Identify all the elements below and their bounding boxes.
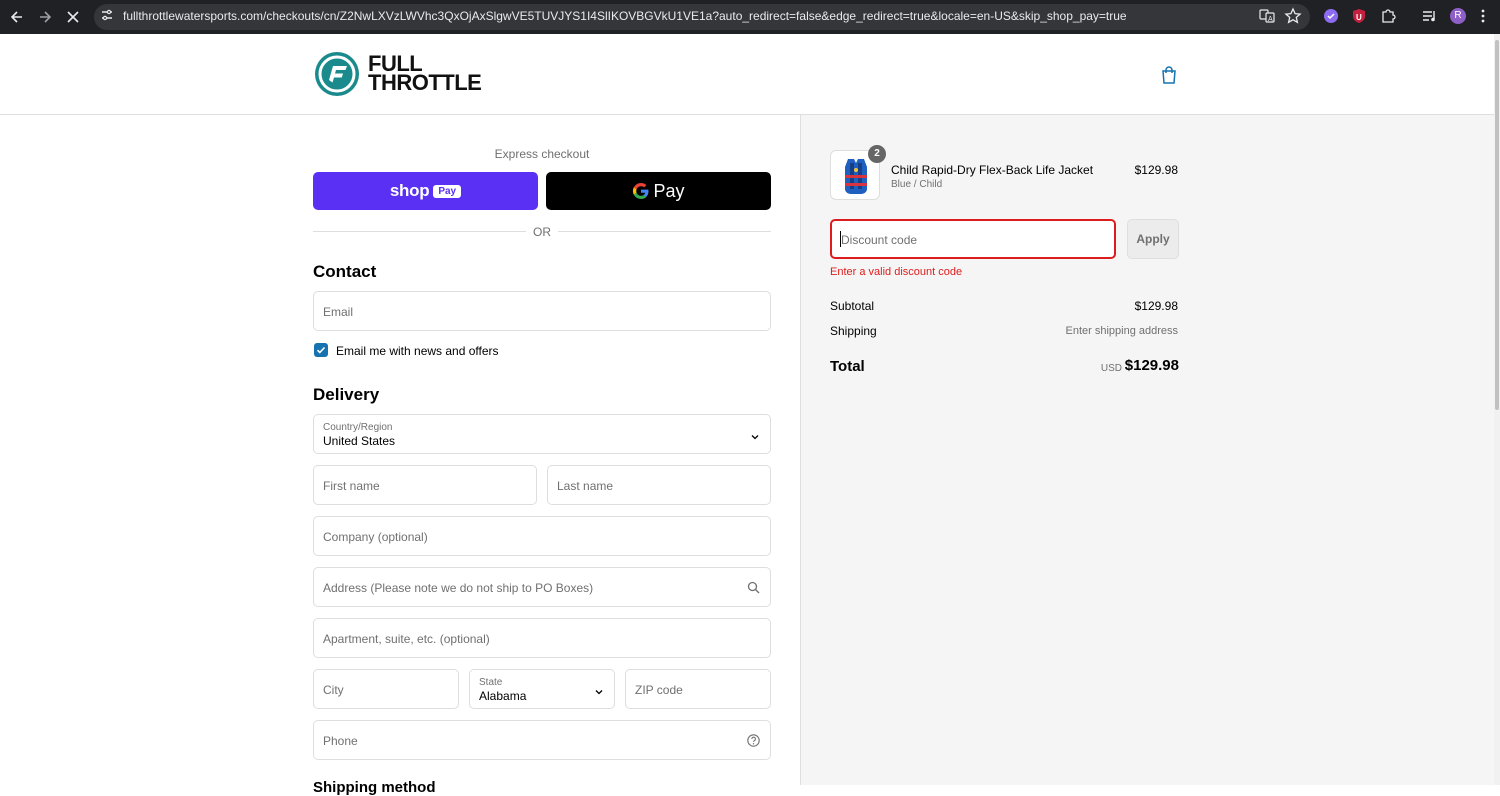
svg-text:U: U <box>1356 13 1362 22</box>
last-name-field[interactable]: Last name <box>547 465 771 505</box>
browser-toolbar: fullthrottlewatersports.com/checkouts/cn… <box>0 0 1500 34</box>
chevron-down-icon <box>594 684 604 695</box>
google-g-icon <box>633 182 649 200</box>
product-price: $129.98 <box>1134 163 1178 177</box>
discount-code-input[interactable]: Discount code <box>830 219 1116 259</box>
logo-mark-icon <box>315 52 359 96</box>
discount-placeholder: Discount code <box>841 233 918 247</box>
total-value: $129.98 <box>1124 357 1179 374</box>
search-icon <box>747 581 760 594</box>
state-label: State <box>479 677 503 688</box>
country-value: United States <box>323 434 396 448</box>
bookmark-star-icon[interactable] <box>1284 7 1302 25</box>
company-placeholder: Company (optional) <box>323 530 428 544</box>
logo-wordmark: FULL THROTTLE <box>368 53 482 95</box>
newsletter-label: Email me with news and offers <box>336 344 499 358</box>
discount-error-message: Enter a valid discount code <box>830 266 963 278</box>
subtotal-value: $129.98 <box>1134 299 1178 313</box>
page-scrollbar-thumb[interactable] <box>1495 40 1499 410</box>
shipping-value: Enter shipping address <box>1065 325 1178 337</box>
product-name: Child Rapid-Dry Flex-Back Life Jacket <box>891 163 1094 177</box>
help-question-icon[interactable] <box>747 734 760 747</box>
gpay-word: Pay <box>653 180 685 201</box>
contact-heading: Contact <box>313 262 377 281</box>
shipping-label: Shipping <box>830 324 877 338</box>
avatar-letter: R <box>1454 10 1462 21</box>
forward-icon[interactable] <box>35 7 55 27</box>
email-field[interactable]: Email <box>313 291 771 331</box>
site-header: FULL THROTTLE <box>0 34 1500 115</box>
shop-pay-word: shop <box>389 181 430 200</box>
state-value: Alabama <box>479 689 527 703</box>
last-name-placeholder: Last name <box>557 479 614 493</box>
svg-text:A: A <box>1268 16 1273 23</box>
city-field[interactable]: City <box>313 669 459 709</box>
total-currency: USD <box>1100 363 1122 374</box>
translate-icon[interactable]: A <box>1258 7 1276 25</box>
first-name-placeholder: First name <box>323 479 380 493</box>
logo-line-2: THROTTLE <box>368 70 482 95</box>
url-text[interactable]: fullthrottlewatersports.com/checkouts/cn… <box>123 9 1127 23</box>
more-menu-icon[interactable] <box>1480 7 1498 25</box>
order-summary-panel <box>800 115 1494 785</box>
puzzle-extensions-icon[interactable] <box>1379 7 1397 25</box>
subtotal-label: Subtotal <box>830 299 875 313</box>
express-checkout-label: Express checkout <box>494 147 590 161</box>
extension-icon[interactable] <box>1322 7 1340 25</box>
apartment-field[interactable]: Apartment, suite, etc. (optional) <box>313 618 771 658</box>
country-select[interactable]: Country/Region United States <box>313 414 771 454</box>
back-icon[interactable] <box>7 7 27 27</box>
shop-pay-badge: Pay <box>433 184 462 198</box>
product-variant: Blue / Child <box>891 179 943 190</box>
or-text: OR <box>526 225 558 239</box>
zip-field[interactable]: ZIP code <box>625 669 771 709</box>
apartment-placeholder: Apartment, suite, etc. (optional) <box>323 632 490 646</box>
city-placeholder: City <box>323 683 344 697</box>
shopping-bag-icon[interactable] <box>1160 65 1178 85</box>
quantity-badge: 2 <box>868 145 886 163</box>
store-logo[interactable]: FULL THROTTLE <box>313 50 513 100</box>
address-field[interactable]: Address (Please note we do not ship to P… <box>313 567 771 607</box>
company-field[interactable]: Company (optional) <box>313 516 771 556</box>
phone-field[interactable]: Phone <box>313 720 771 760</box>
checkmark-icon <box>316 346 326 354</box>
country-label: Country/Region <box>323 422 393 433</box>
phone-placeholder: Phone <box>323 734 358 748</box>
state-select[interactable]: State Alabama <box>469 669 615 709</box>
delivery-heading: Delivery <box>313 385 380 404</box>
total-label: Total <box>830 358 865 375</box>
newsletter-checkbox[interactable] <box>314 343 328 357</box>
zip-placeholder: ZIP code <box>635 683 683 697</box>
site-info-icon[interactable] <box>100 8 114 22</box>
shield-extension-icon[interactable]: U <box>1350 7 1368 25</box>
chevron-down-icon <box>750 429 760 440</box>
first-name-field[interactable]: First name <box>313 465 537 505</box>
profile-avatar[interactable]: R <box>1449 7 1467 25</box>
stop-loading-icon[interactable] <box>63 7 83 27</box>
email-placeholder: Email <box>323 305 354 319</box>
shipping-method-heading: Shipping method <box>313 779 436 796</box>
media-icon[interactable] <box>1421 7 1439 25</box>
google-pay-button[interactable]: Pay <box>546 172 771 210</box>
address-placeholder: Address (Please note we do not ship to P… <box>323 581 594 595</box>
shop-pay-button[interactable]: shop Pay <box>313 172 538 210</box>
apply-discount-button[interactable]: Apply <box>1127 219 1179 259</box>
